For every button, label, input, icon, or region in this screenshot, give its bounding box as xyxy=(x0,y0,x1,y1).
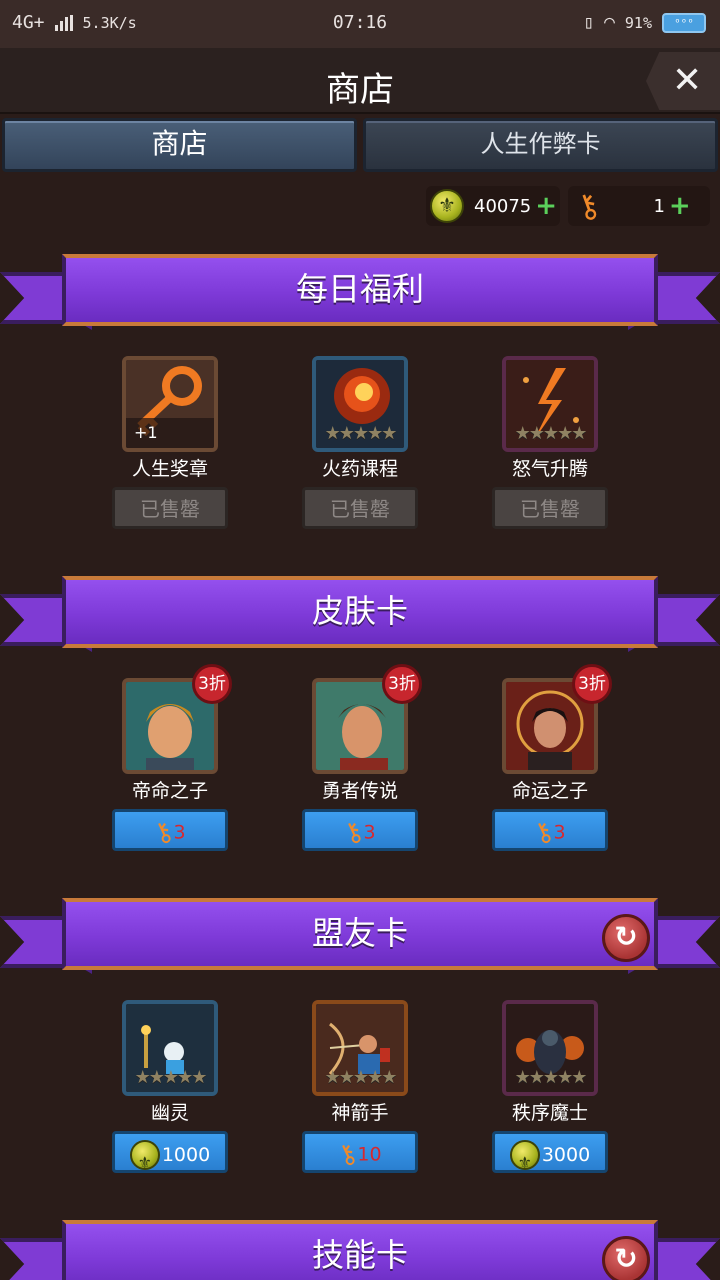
tab-cheat-cards[interactable]: 人生作弊卡 xyxy=(363,118,718,172)
item-quantity: +1 xyxy=(126,418,214,448)
refresh-button[interactable]: ↻ xyxy=(602,1236,650,1280)
battery-icon: ᵒᵒᵒ xyxy=(662,12,706,33)
sold-out-button[interactable]: 已售罄 xyxy=(112,487,228,529)
buy-button[interactable]: ⚷3 xyxy=(302,809,418,851)
item-tile[interactable]: ★★★★★ xyxy=(502,356,598,452)
refresh-button[interactable]: ↻ xyxy=(602,914,650,962)
item-name: 秩序魔士 xyxy=(511,1102,588,1124)
buy-button[interactable]: ⚷3 xyxy=(112,809,228,851)
shop-item-gunpowder-course[interactable]: ★★★★★ 火药课程 已售罄 xyxy=(300,356,420,529)
section-banner-skins: 皮肤卡 xyxy=(0,576,720,656)
item-name: 火药课程 xyxy=(321,458,398,480)
section-title: 盟友卡 xyxy=(62,898,658,970)
coin-icon xyxy=(509,1139,540,1182)
key-amount: 1 xyxy=(653,195,665,217)
discount-badge: 3折 xyxy=(572,664,612,704)
buy-button[interactable]: ⚷3 xyxy=(492,809,608,851)
page-title: 商店 xyxy=(326,70,394,110)
title-bar: 商店 ✕ xyxy=(0,48,720,114)
coin-icon xyxy=(129,1139,160,1182)
star-rating: ★★★★★ xyxy=(324,423,398,444)
price: 3000 xyxy=(541,1143,591,1166)
item-tile[interactable]: ★★★★★ xyxy=(312,1000,408,1096)
battery-percent: 91% xyxy=(624,13,652,32)
section-banner-skills: 技能卡 ↻ xyxy=(0,1220,720,1280)
shop-item-life-medal[interactable]: +1 人生奖章 已售罄 xyxy=(110,356,230,529)
shop-item-skin-3[interactable]: 3折 命运之子 ⚷3 xyxy=(490,664,612,851)
close-icon: ✕ xyxy=(672,60,703,101)
star-rating: ★★★★★ xyxy=(514,423,588,444)
section-banner-allies: 盟友卡 ↻ xyxy=(0,898,720,978)
star-rating: ★★★★★ xyxy=(514,1067,588,1088)
key-balance: ⚷ 1 + xyxy=(568,184,710,228)
key-icon: ⚷ xyxy=(570,184,606,228)
status-bar: 4G+ 5.3K/s 07:16 ▯ ◠ 91% ᵒᵒᵒ xyxy=(0,0,720,48)
add-keys-button[interactable]: + xyxy=(669,191,691,221)
shop-item-archer[interactable]: ★★★★★ 神箭手 ⚷10 xyxy=(300,1000,420,1173)
buy-button[interactable]: ⚷10 xyxy=(302,1131,418,1173)
item-name: 人生奖章 xyxy=(131,458,208,480)
discount-badge: 3折 xyxy=(382,664,422,704)
shop-item-rage-rising[interactable]: ★★★★★ 怒气升腾 已售罄 xyxy=(490,356,610,529)
shop-item-order-mage[interactable]: ★★★★★ 秩序魔士 3000 xyxy=(490,1000,610,1182)
sold-out-button[interactable]: 已售罄 xyxy=(302,487,418,529)
section-title: 技能卡 xyxy=(62,1220,658,1280)
tab-shop[interactable]: 商店 xyxy=(2,118,357,172)
item-tile[interactable]: ★★★★★ xyxy=(502,1000,598,1096)
item-name: 命运之子 xyxy=(511,780,588,802)
item-tile[interactable]: ★★★★★ xyxy=(312,356,408,452)
coin-amount: 40075 xyxy=(474,195,532,217)
section-banner-daily: 每日福利 xyxy=(0,254,720,334)
discount-badge: 3折 xyxy=(192,664,232,704)
section-title: 每日福利 xyxy=(62,254,658,326)
buy-button[interactable]: 1000 xyxy=(112,1131,228,1182)
star-rating: ★★★★★ xyxy=(324,1067,398,1088)
shop-item-skin-1[interactable]: 3折 帝命之子 ⚷3 xyxy=(110,664,232,851)
vibrate-icon: ▯ xyxy=(583,12,595,33)
star-rating: ★★★★★ xyxy=(134,1067,208,1088)
item-name: 神箭手 xyxy=(331,1102,389,1124)
shop-item-ghost[interactable]: ★★★★★ 幽灵 1000 xyxy=(110,1000,230,1182)
coin-icon xyxy=(430,189,464,223)
item-name: 怒气升腾 xyxy=(511,458,588,480)
sold-out-button[interactable]: 已售罄 xyxy=(492,487,608,529)
buy-button[interactable]: 3000 xyxy=(492,1131,608,1182)
section-title: 皮肤卡 xyxy=(62,576,658,648)
item-name: 勇者传说 xyxy=(321,780,398,802)
shop-item-skin-2[interactable]: 3折 勇者传说 ⚷3 xyxy=(300,664,422,851)
coin-balance: 40075 + xyxy=(426,186,560,226)
price: 1000 xyxy=(161,1143,211,1166)
add-coins-button[interactable]: + xyxy=(535,191,557,221)
close-button[interactable]: ✕ xyxy=(646,52,720,110)
tab-bar: 商店 人生作弊卡 xyxy=(2,118,718,172)
item-name: 幽灵 xyxy=(150,1102,189,1124)
item-name: 帝命之子 xyxy=(131,780,208,802)
item-tile[interactable]: +1 xyxy=(122,356,218,452)
wifi-icon: ◠ xyxy=(604,12,615,33)
item-tile[interactable]: ★★★★★ xyxy=(122,1000,218,1096)
